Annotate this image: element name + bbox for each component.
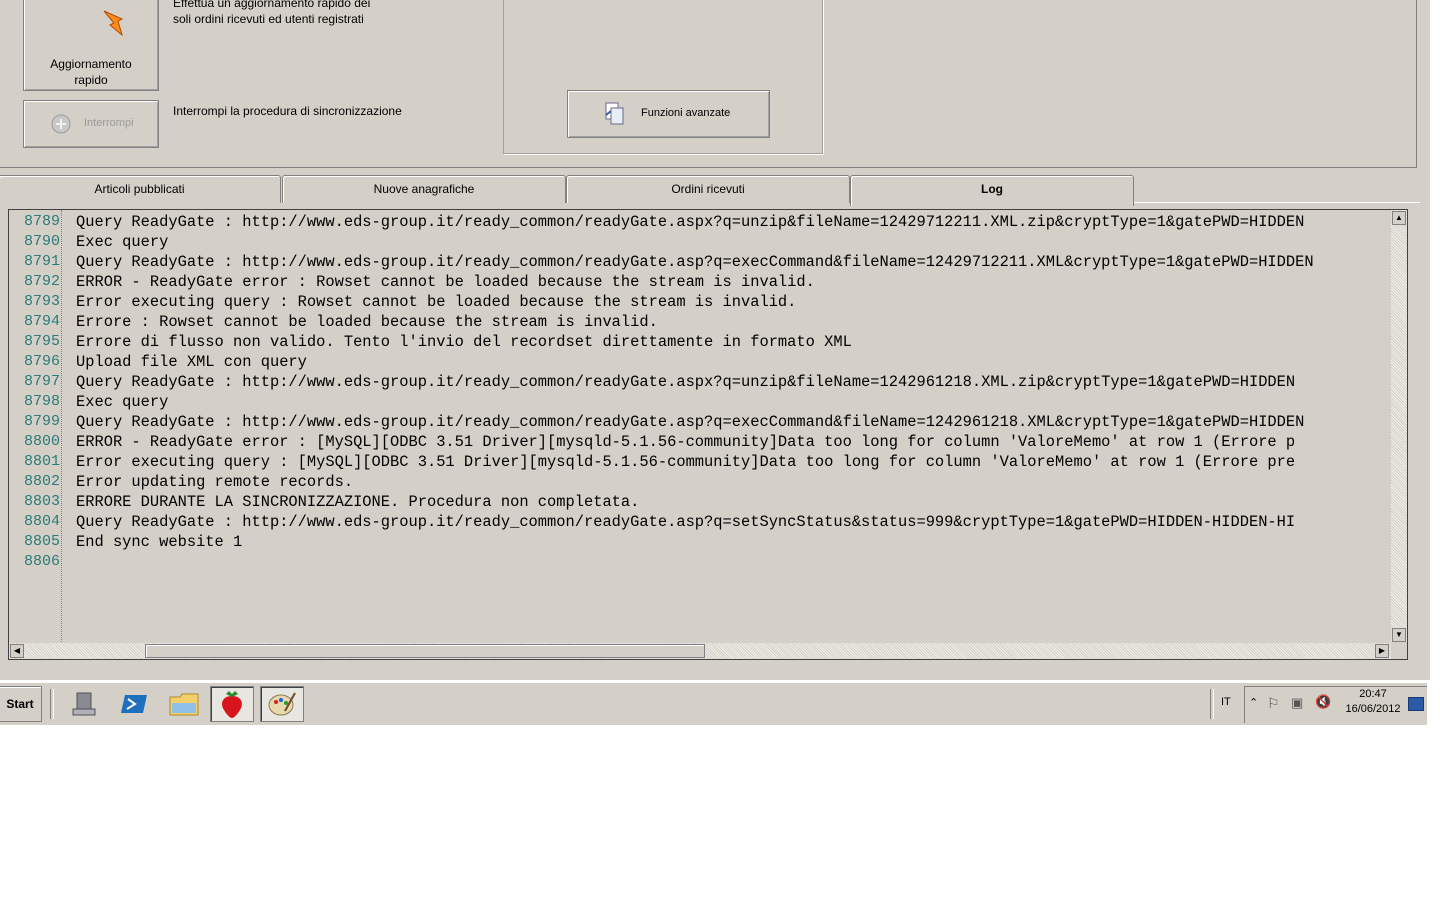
scroll-up-arrow-icon[interactable]: ▲ <box>1392 211 1406 225</box>
taskbar-separator <box>50 689 54 719</box>
tab-nuove-anagrafiche[interactable]: Nuove anagrafiche <box>282 175 566 203</box>
clock-time: 20:47 <box>1359 688 1387 700</box>
log-line: Error executing query : [MySQL][ODBC 3.5… <box>76 453 1296 471</box>
horizontal-scrollbar[interactable]: ◀ ▶ <box>9 643 1391 659</box>
start-button[interactable]: Start <box>0 686 42 722</box>
quick-update-label: Aggiornamento rapido <box>50 57 132 87</box>
strawberry-app-icon[interactable] <box>210 686 254 722</box>
vertical-scrollbar[interactable]: ▲ ▼ <box>1391 210 1407 642</box>
log-line: Query ReadyGate : http://www.eds-group.i… <box>76 373 1296 391</box>
scroll-down-arrow-icon[interactable]: ▼ <box>1392 628 1406 642</box>
powershell-glyph <box>121 695 147 713</box>
line-number: 8796 <box>23 353 60 370</box>
stop-label: Interrompi <box>84 117 134 129</box>
line-number: 8795 <box>23 333 60 350</box>
line-number: 8792 <box>23 273 60 290</box>
line-number: 8803 <box>23 493 60 510</box>
stop-icon <box>51 114 71 134</box>
line-number: 8802 <box>23 473 60 490</box>
server-manager-glyph <box>72 692 96 716</box>
powershell-icon[interactable] <box>112 686 156 722</box>
documents-icon <box>605 102 624 125</box>
quick-update-desc-line2: soli ordini ricevuti ed utenti registrat… <box>173 12 364 26</box>
tab-label: Articoli pubblicati <box>94 182 185 196</box>
log-line: Error executing query : Rowset cannot be… <box>76 293 797 311</box>
line-number: 8804 <box>23 513 60 530</box>
log-line: Upload file XML con query <box>76 353 307 371</box>
stop-description: Interrompi la procedura di sincronizzazi… <box>173 104 402 118</box>
line-number: 8805 <box>23 533 60 550</box>
quick-update-icon <box>103 10 124 37</box>
application-window: Aggiornamento rapido Effettua un aggiorn… <box>0 0 1430 680</box>
show-hidden-icons-icon[interactable]: ⌃ <box>1249 696 1258 709</box>
line-number: 8790 <box>23 233 60 250</box>
server-manager-icon[interactable] <box>62 686 106 722</box>
advanced-groupbox: Funzioni avanzate <box>503 0 823 154</box>
tab-label: Log <box>981 182 1003 196</box>
tab-articoli-pubblicati[interactable]: Articoli pubblicati <box>0 175 281 203</box>
line-number: 8799 <box>23 413 60 430</box>
line-number: 8798 <box>23 393 60 410</box>
log-line: Error updating remote records. <box>76 473 354 491</box>
action-center-flag-icon[interactable]: ⚐ <box>1267 695 1280 712</box>
log-line: ERRORE DURANTE LA SINCRONIZZAZIONE. Proc… <box>76 493 640 511</box>
scroll-left-arrow-icon[interactable]: ◀ <box>10 644 24 658</box>
quick-update-description: Effettua un aggiornamento rapido dei sol… <box>173 0 370 26</box>
line-number: 8797 <box>23 373 60 390</box>
tab-label: Ordini ricevuti <box>671 182 745 196</box>
tab-ordini-ricevuti[interactable]: Ordini ricevuti <box>566 175 850 203</box>
start-label: Start <box>6 697 34 711</box>
folder-glyph <box>169 693 199 716</box>
tab-log[interactable]: Log <box>850 175 1134 206</box>
log-line: ERROR - ReadyGate error : [MySQL][ODBC 3… <box>76 433 1296 451</box>
volume-muted-icon[interactable]: 🔇 <box>1315 694 1331 710</box>
line-number: 8801 <box>23 453 60 470</box>
log-line: Query ReadyGate : http://www.eds-group.i… <box>76 253 1314 271</box>
log-line: Exec query <box>76 393 169 411</box>
show-desktop-icon[interactable] <box>1408 697 1424 711</box>
log-line: Errore di flusso non valido. Tento l'inv… <box>76 333 852 351</box>
line-number: 8806 <box>23 553 60 570</box>
quick-update-button[interactable]: Aggiornamento rapido <box>23 0 159 91</box>
line-number: 8789 <box>23 213 60 230</box>
log-line: Query ReadyGate : http://www.eds-group.i… <box>76 413 1305 431</box>
system-clock[interactable]: 20:47 16/06/2012 <box>1338 687 1408 717</box>
advanced-functions-label: Funzioni avanzate <box>641 107 731 119</box>
quick-update-desc-line1: Effettua un aggiornamento rapido dei <box>173 0 371 10</box>
scroll-right-arrow-icon[interactable]: ▶ <box>1375 644 1389 658</box>
tab-label: Nuove anagrafiche <box>373 182 475 196</box>
tray-separator <box>1210 689 1214 719</box>
line-number: 8791 <box>23 253 60 270</box>
log-line: End sync website 1 <box>76 533 243 551</box>
log-line: Errore : Rowset cannot be loaded because… <box>76 313 658 331</box>
advanced-functions-button[interactable]: Funzioni avanzate <box>567 90 770 138</box>
stop-button[interactable]: Interrompi <box>23 100 159 148</box>
log-line: Query ReadyGate : http://www.eds-group.i… <box>76 213 1305 231</box>
clock-date: 16/06/2012 <box>1345 703 1401 715</box>
line-number: 8793 <box>23 293 60 310</box>
strawberry-glyph <box>222 691 242 718</box>
taskbar: Start IT ⌃ ⚐ ▣ 🔇 20:47 16/06/2012 <box>0 682 1427 725</box>
paint-icon[interactable] <box>260 686 304 722</box>
line-number: 8794 <box>23 313 60 330</box>
log-line: Query ReadyGate : http://www.eds-group.i… <box>76 513 1296 531</box>
log-line: Exec query <box>76 233 169 251</box>
line-number: 8800 <box>23 433 60 450</box>
network-icon[interactable]: ▣ <box>1291 695 1303 711</box>
log-line: ERROR - ReadyGate error : Rowset cannot … <box>76 273 815 291</box>
horizontal-scroll-thumb[interactable] <box>145 644 705 658</box>
log-editor[interactable]: 8789 Query ReadyGate : http://www.eds-gro… <box>8 209 1408 660</box>
file-explorer-icon[interactable] <box>162 686 206 722</box>
language-indicator[interactable]: IT <box>1221 696 1231 708</box>
paint-glyph <box>268 692 296 716</box>
